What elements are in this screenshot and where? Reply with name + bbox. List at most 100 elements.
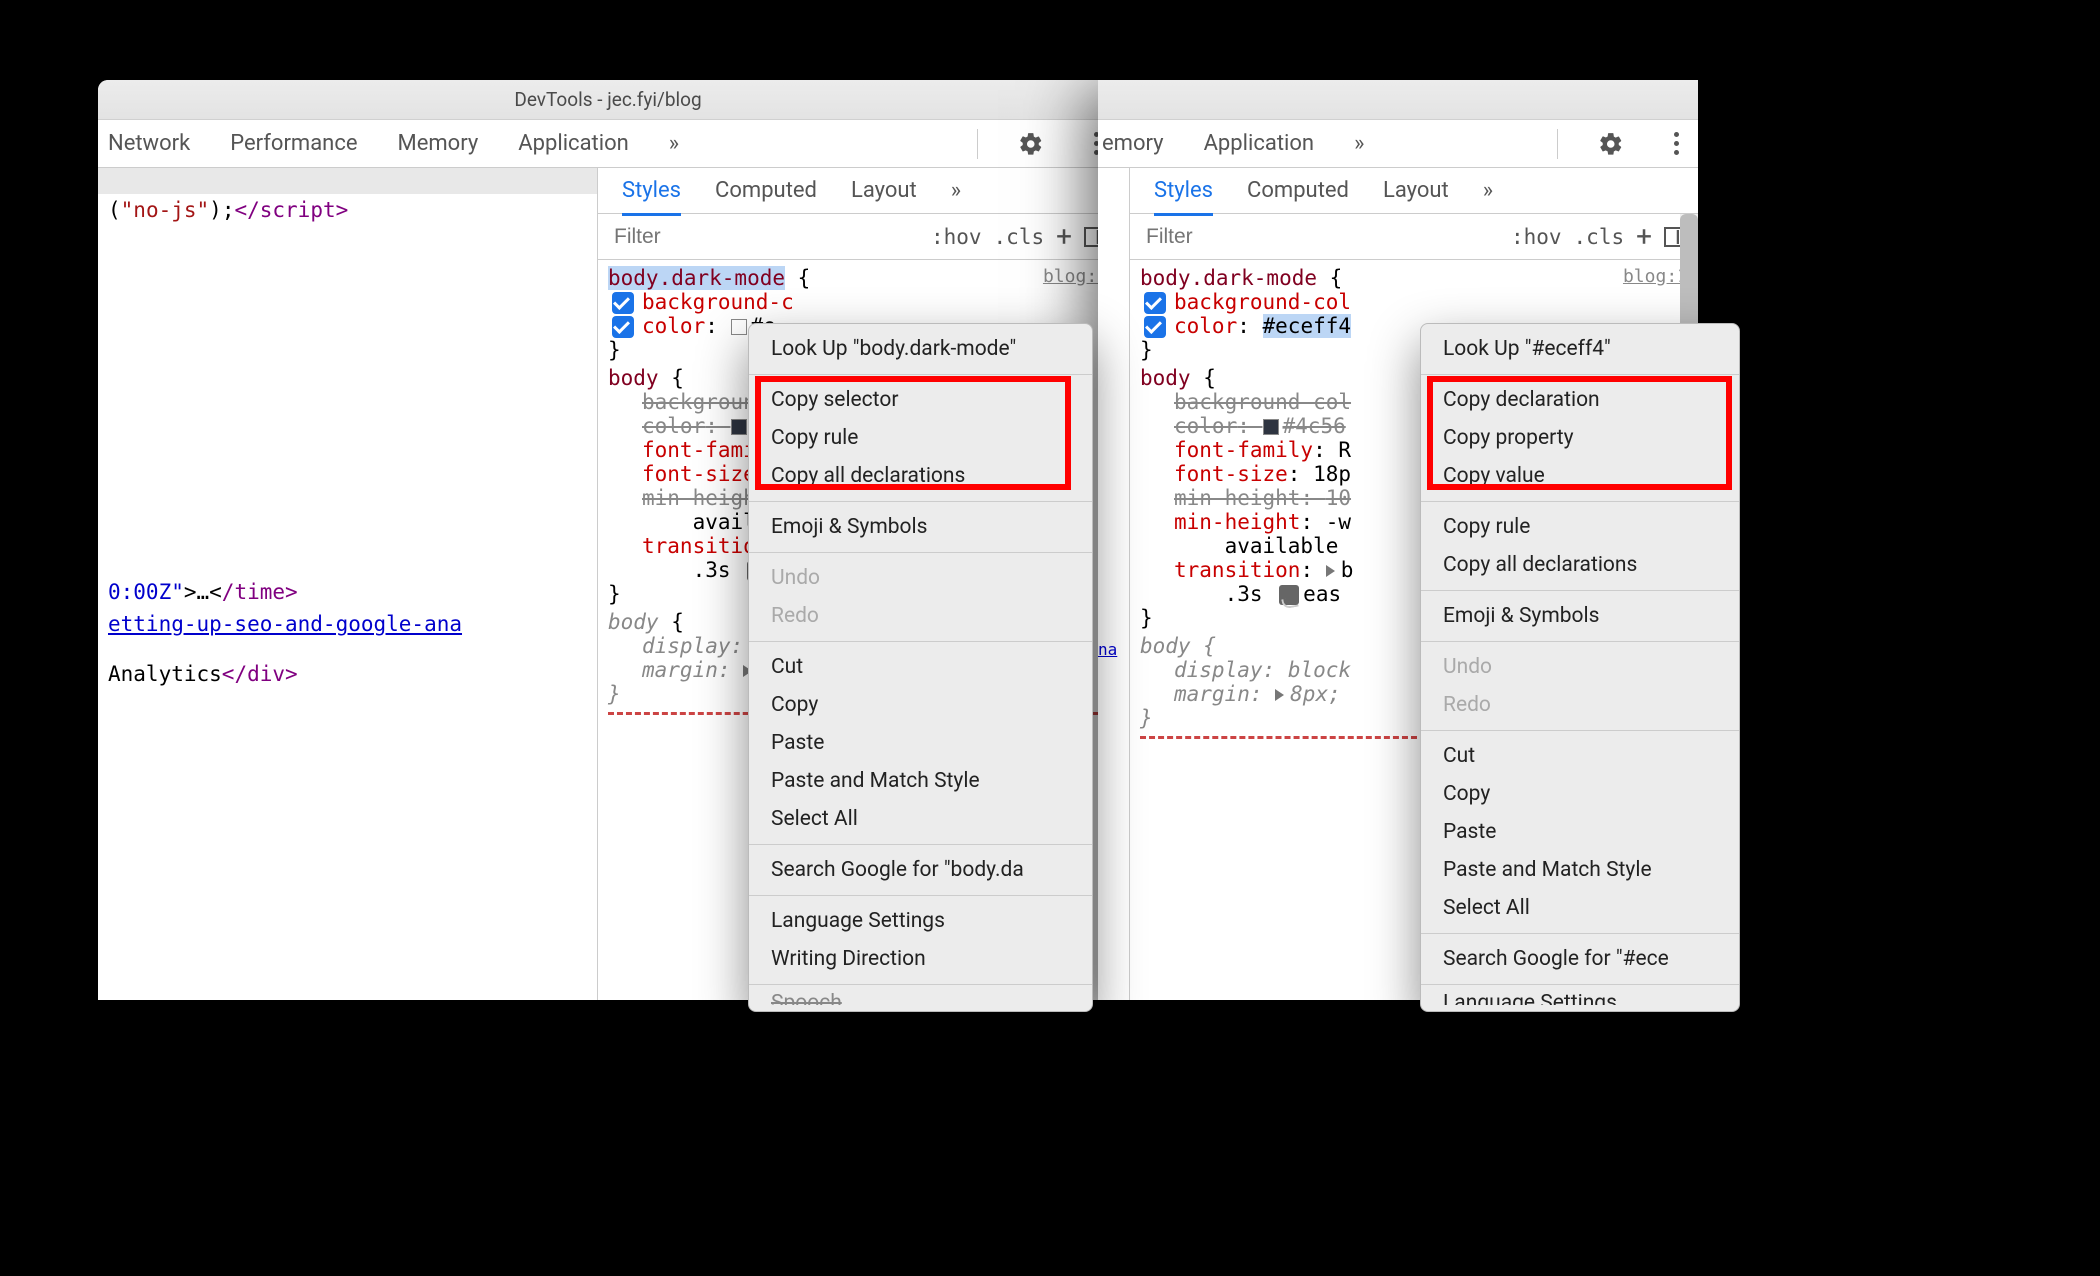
tab-network[interactable]: Network — [108, 131, 190, 156]
window-title: DevTools - jec.fyi/blog — [514, 88, 701, 111]
css-selector[interactable]: body — [608, 366, 659, 390]
css-selector[interactable]: body.dark-mode — [608, 266, 785, 290]
css-declaration[interactable]: background-col — [1140, 290, 1688, 314]
tab-application[interactable]: Application — [518, 131, 628, 156]
menu-item-search-google[interactable]: Search Google for "#ece — [1421, 940, 1739, 978]
color-swatch-icon[interactable] — [731, 419, 747, 435]
styles-filter-input[interactable] — [612, 224, 762, 250]
menu-item-paste[interactable]: Paste — [749, 724, 1092, 762]
code-line: ("no-js");</script> — [98, 194, 597, 226]
tab-styles[interactable]: Styles — [1154, 178, 1213, 216]
tab-layout[interactable]: Layout — [1383, 178, 1449, 203]
hov-toggle[interactable]: :hov — [931, 225, 982, 249]
new-rule-button[interactable]: + — [1636, 223, 1652, 251]
more-menu-icon[interactable] — [1664, 132, 1688, 155]
css-selector[interactable]: body — [1140, 366, 1191, 390]
menu-item-paste[interactable]: Paste — [1421, 813, 1739, 851]
decl-enable-checkbox[interactable] — [1144, 292, 1166, 314]
window-titlebar: DevTools - jec.fyi/blog — [98, 80, 1118, 120]
menu-item-cut[interactable]: Cut — [749, 648, 1092, 686]
tab-layout[interactable]: Layout — [851, 178, 917, 203]
settings-gear-icon[interactable] — [1598, 131, 1624, 157]
context-menu-value: Look Up "#eceff4" Copy declaration Copy … — [1420, 323, 1740, 1012]
menu-item-copy-rule[interactable]: Copy rule — [1421, 508, 1739, 546]
styles-tabs-overflow-icon[interactable]: » — [951, 178, 961, 203]
menu-item-undo[interactable]: Undo — [749, 559, 1092, 597]
toolbar-separator — [1557, 129, 1558, 159]
css-selector[interactable]: body — [1140, 634, 1191, 658]
elements-pane-sliver: na — [1098, 168, 1130, 1000]
styles-tabs: Styles Computed Layout » — [598, 168, 1118, 214]
styles-filter-bar: :hov .cls + — [598, 214, 1118, 260]
menu-item-search-google[interactable]: Search Google for "body.da — [749, 851, 1092, 889]
menu-item-paste-match[interactable]: Paste and Match Style — [1421, 851, 1739, 889]
tab-performance[interactable]: Performance — [230, 131, 357, 156]
decl-enable-checkbox[interactable] — [612, 316, 634, 338]
styles-tabs-overflow-icon[interactable]: » — [1483, 178, 1493, 203]
css-declaration[interactable]: background-c — [608, 290, 1108, 314]
menu-item-lookup[interactable]: Look Up "#eceff4" — [1421, 330, 1739, 368]
styles-filter-input[interactable] — [1144, 224, 1294, 250]
menu-item-select-all[interactable]: Select All — [749, 800, 1092, 838]
menu-item-cut[interactable]: Cut — [1421, 737, 1739, 775]
menu-item-writing-direction[interactable]: Writing Direction — [749, 940, 1092, 978]
devtools-top-tabs: Network Performance Memory Application » — [98, 120, 1118, 168]
rule-source-link[interactable]: blog:1 — [1623, 266, 1688, 287]
menu-item-language-settings[interactable]: Language Settings — [749, 902, 1092, 940]
code-line: Analytics</div> — [98, 658, 597, 690]
source-link[interactable]: etting-up-seo-and-google-ana — [108, 612, 462, 636]
tab-memory[interactable]: Memory — [398, 131, 479, 156]
menu-item-select-all[interactable]: Select All — [1421, 889, 1739, 927]
cls-toggle[interactable]: .cls — [994, 225, 1045, 249]
menu-item-copy[interactable]: Copy — [749, 686, 1092, 724]
easing-icon[interactable] — [1279, 585, 1299, 605]
menu-item-copy[interactable]: Copy — [1421, 775, 1739, 813]
tab-computed[interactable]: Computed — [1247, 178, 1349, 203]
menu-item-emoji[interactable]: Emoji & Symbols — [1421, 597, 1739, 635]
menu-item-copy-all-declarations[interactable]: Copy all declarations — [1421, 546, 1739, 584]
menu-item-copy-all-declarations[interactable]: Copy all declarations — [749, 457, 1092, 495]
menu-item-paste-match[interactable]: Paste and Match Style — [749, 762, 1092, 800]
menu-item-lookup[interactable]: Look Up "body.dark-mode" — [749, 330, 1092, 368]
decl-enable-checkbox[interactable] — [612, 292, 634, 314]
settings-gear-icon[interactable] — [1018, 131, 1044, 157]
css-selector[interactable]: body.dark-mode — [1140, 266, 1317, 290]
context-menu-selector: Look Up "body.dark-mode" Copy selector C… — [748, 323, 1093, 1012]
menu-item-copy-property[interactable]: Copy property — [1421, 419, 1739, 457]
tab-memory-trunc[interactable]: emory — [1102, 131, 1164, 156]
color-swatch-icon[interactable] — [1263, 419, 1279, 435]
menu-item-copy-declaration[interactable]: Copy declaration — [1421, 381, 1739, 419]
expand-icon[interactable] — [1275, 689, 1284, 701]
color-swatch-icon[interactable] — [731, 319, 747, 335]
devtools-top-tabs: emory Application » — [1098, 120, 1698, 168]
window-titlebar — [1098, 80, 1698, 120]
expand-icon[interactable] — [1326, 565, 1335, 577]
menu-item-emoji[interactable]: Emoji & Symbols — [749, 508, 1092, 546]
tab-styles[interactable]: Styles — [622, 178, 681, 216]
css-selector[interactable]: body — [608, 610, 659, 634]
menu-item-copy-selector[interactable]: Copy selector — [749, 381, 1092, 419]
menu-item-speech-trunc[interactable]: Spooch — [749, 991, 1092, 1005]
cls-toggle[interactable]: .cls — [1574, 225, 1625, 249]
menu-item-redo[interactable]: Redo — [1421, 686, 1739, 724]
code-line: etting-up-seo-and-google-ana — [98, 608, 597, 640]
tab-computed[interactable]: Computed — [715, 178, 817, 203]
elements-code-pane[interactable]: ("no-js");</script> 0:00Z">…</time> etti… — [98, 168, 598, 1000]
menu-item-copy-rule[interactable]: Copy rule — [749, 419, 1092, 457]
menu-item-redo[interactable]: Redo — [749, 597, 1092, 635]
menu-item-undo[interactable]: Undo — [1421, 648, 1739, 686]
hov-toggle[interactable]: :hov — [1511, 225, 1562, 249]
tabs-overflow-icon[interactable]: » — [669, 131, 679, 156]
toolbar-separator — [977, 129, 978, 159]
code-line — [98, 168, 597, 194]
code-line: 0:00Z">…</time> — [98, 576, 597, 608]
menu-item-copy-value[interactable]: Copy value — [1421, 457, 1739, 495]
styles-filter-bar: :hov .cls + — [1130, 214, 1698, 260]
source-link[interactable]: na — [1098, 640, 1117, 659]
tabs-overflow-icon[interactable]: » — [1354, 131, 1364, 156]
new-rule-button[interactable]: + — [1056, 223, 1072, 251]
tab-application[interactable]: Application — [1204, 131, 1314, 156]
styles-tabs: Styles Computed Layout » — [1130, 168, 1698, 214]
decl-enable-checkbox[interactable] — [1144, 316, 1166, 338]
menu-item-language-settings[interactable]: Language Settings — [1421, 991, 1739, 1005]
